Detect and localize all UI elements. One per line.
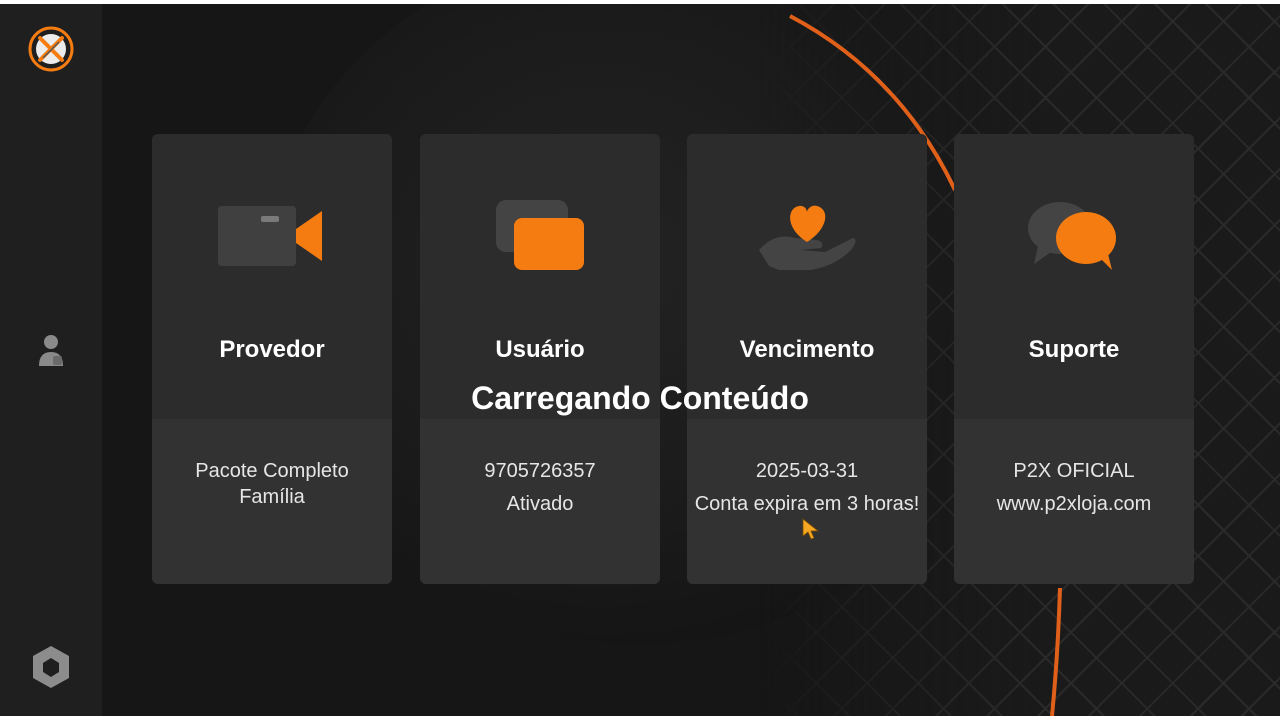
card-title: Provedor [219, 336, 325, 363]
card-vencimento[interactable]: Vencimento 2025-03-31 Conta expira em 3 … [687, 134, 927, 584]
heart-hand-icon [687, 196, 927, 276]
card-line: Pacote Completo [195, 460, 349, 482]
card-info: P2X OFICIAL www.p2xloja.com [954, 458, 1194, 517]
card-suporte[interactable]: Suporte P2X OFICIAL www.p2xloja.com [954, 134, 1194, 584]
card-provedor[interactable]: Provedor Pacote Completo Família [152, 134, 392, 584]
card-usuario[interactable]: Usuário 9705726357 Ativado [420, 134, 660, 584]
card-info: Pacote Completo Família [152, 458, 392, 510]
logo-x-icon[interactable] [0, 24, 102, 74]
user-icon[interactable] [0, 330, 102, 370]
card-info: 2025-03-31 Conta expira em 3 horas! [687, 458, 927, 517]
chat-bubbles-icon [420, 196, 660, 276]
video-camera-icon [152, 196, 392, 276]
card-line: 2025-03-31 [755, 460, 859, 482]
card-line: 9705726357 [484, 460, 596, 482]
card-line: Família [239, 486, 305, 508]
card-line: Conta expira em 3 horas! [694, 493, 920, 515]
mouse-cursor-icon [802, 518, 820, 540]
sidebar [0, 4, 102, 716]
card-title: Suporte [1028, 336, 1120, 363]
loading-text: Carregando Conteúdo [471, 380, 809, 416]
app-screen: Provedor Pacote Completo Família Usuário… [0, 4, 1280, 716]
support-chat-icon [954, 196, 1194, 276]
card-line: www.p2xloja.com [996, 493, 1152, 515]
card-line: Ativado [506, 493, 574, 515]
card-title: Usuário [495, 336, 585, 363]
hexagon-settings-icon[interactable] [0, 642, 102, 692]
card-info: 9705726357 Ativado [420, 458, 660, 517]
card-title: Vencimento [739, 336, 875, 363]
card-line: P2X OFICIAL [1013, 460, 1135, 482]
